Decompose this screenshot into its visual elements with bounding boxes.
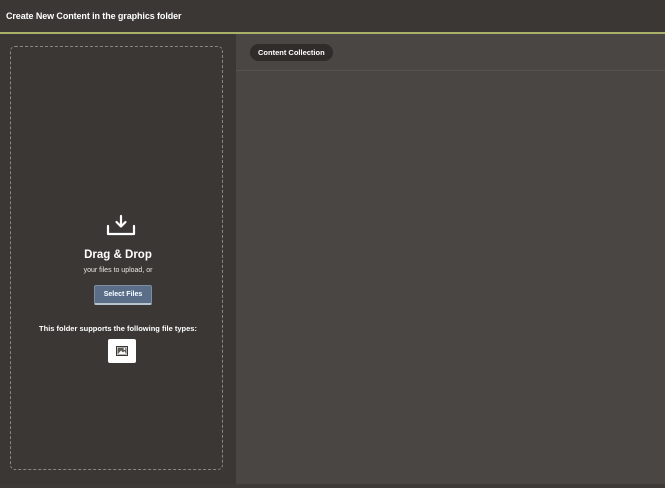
window-titlebar: Create New Content in the graphics folde…	[0, 0, 665, 34]
content-collection-tab[interactable]: Content Collection	[250, 44, 333, 61]
image-icon	[116, 346, 128, 356]
bottom-edge	[0, 484, 665, 488]
file-type-image	[108, 339, 136, 363]
content-panel: Content Collection	[236, 34, 665, 484]
content-header: Content Collection	[236, 34, 665, 71]
drag-drop-subtitle: your files to upload, or	[83, 267, 153, 274]
select-files-button[interactable]: Select Files	[94, 285, 152, 305]
upload-panel: Drag & Drop your files to upload, or Sel…	[0, 34, 236, 484]
window-title: Create New Content in the graphics folde…	[6, 11, 182, 21]
supported-types-label: This folder supports the following file …	[39, 324, 197, 333]
content-upload-window: Create New Content in the graphics folde…	[0, 0, 665, 488]
upload-icon	[106, 214, 136, 236]
drag-drop-title: Drag & Drop	[84, 249, 152, 261]
